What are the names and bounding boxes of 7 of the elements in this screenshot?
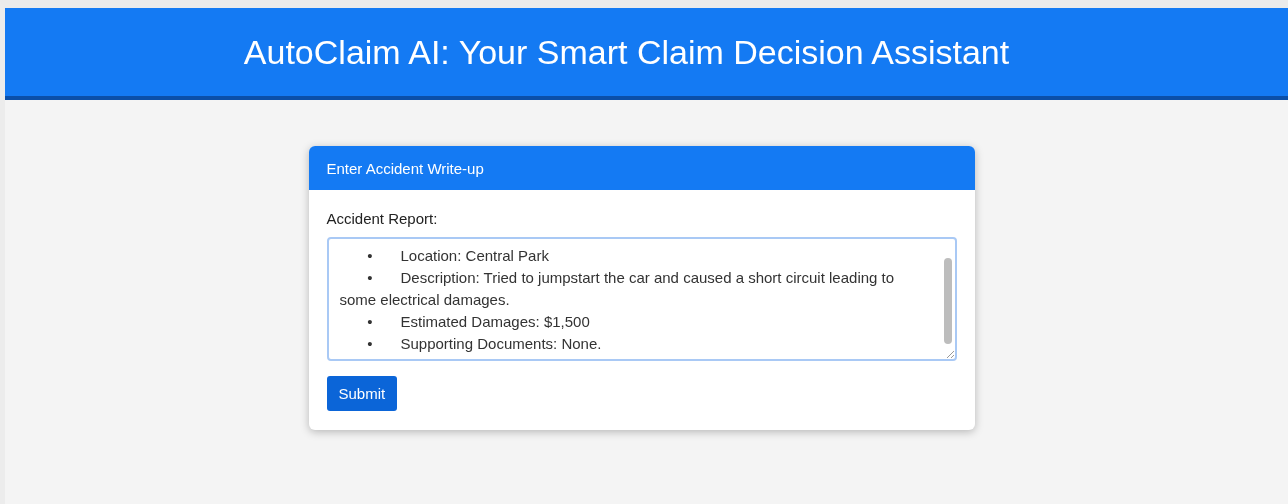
submit-button[interactable]: Submit bbox=[326, 376, 398, 411]
card-title: Enter Accident Write-up bbox=[326, 159, 484, 177]
resize-grip-icon[interactable] bbox=[945, 350, 954, 358]
app-title: AutoClaim AI: Your Smart Claim Decision Assistant bbox=[243, 32, 1010, 72]
scrollbar[interactable] bbox=[943, 258, 952, 344]
report-field[interactable]: • Location: Central Park • Description: Tried to jumpstart the car and caused a short circuit leading to some electrical damages. • Estimated Damages: $1,500 • Supporting Documents: None. bbox=[326, 237, 957, 361]
field-label: Accident Report: bbox=[326, 210, 438, 227]
